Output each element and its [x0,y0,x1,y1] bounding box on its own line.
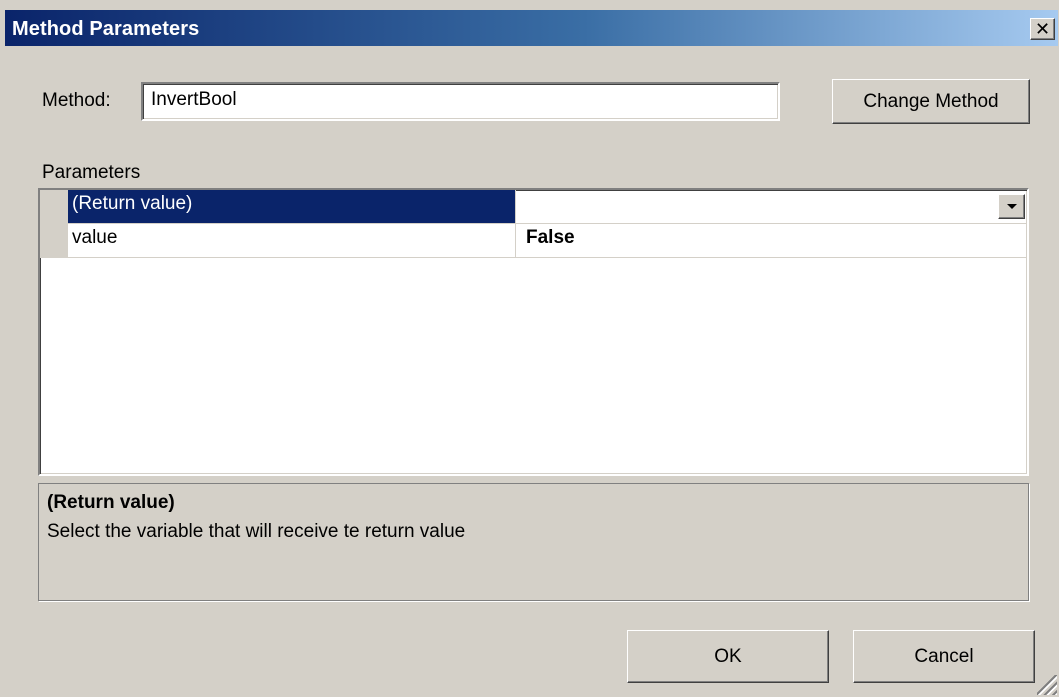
parameters-grid[interactable]: (Return value) value False [38,188,1029,476]
grid-row-return-value[interactable]: (Return value) [68,190,1027,224]
description-panel: (Return value) Select the variable that … [38,483,1029,601]
chevron-down-icon [1006,204,1017,209]
grid-row-value[interactable]: value False [68,224,1027,258]
title-bar[interactable]: Method Parameters ✕ [5,10,1058,46]
change-method-button[interactable]: Change Method [832,79,1030,124]
resize-grip-icon[interactable] [1037,675,1057,695]
close-icon: ✕ [1034,19,1051,39]
method-label: Method: [42,90,111,111]
window-title: Method Parameters [12,18,200,40]
param-name-cell[interactable]: (Return value) [68,190,516,223]
close-button[interactable]: ✕ [1030,18,1055,40]
method-input[interactable]: InvertBool [141,82,780,121]
value-dropdown-button[interactable] [998,194,1025,219]
method-parameters-dialog: { "window": { "title": "Method Parameter… [0,0,1059,697]
description-title: (Return value) [47,492,175,513]
grid-row-gutter [40,190,68,258]
cancel-button[interactable]: Cancel [853,630,1035,683]
param-value-cell[interactable]: False [517,224,1027,257]
parameters-label: Parameters [42,162,141,183]
param-value-cell[interactable] [517,190,1027,223]
param-name-cell[interactable]: value [68,224,516,257]
ok-button[interactable]: OK [627,630,829,683]
description-text: Select the variable that will receive te… [47,521,466,542]
